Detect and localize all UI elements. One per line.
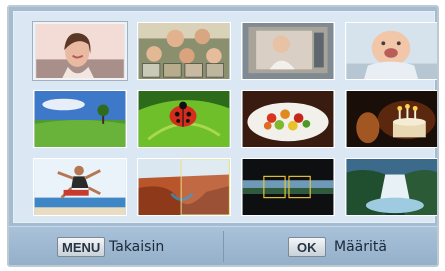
waterfall-image bbox=[346, 159, 437, 215]
canyon-panorama-image bbox=[138, 159, 230, 215]
thumb-group-faces[interactable] bbox=[137, 22, 231, 80]
thumb-jumping-person[interactable] bbox=[33, 158, 127, 216]
ok-key[interactable]: OK bbox=[288, 237, 326, 257]
thumb-landscape-field[interactable] bbox=[33, 90, 127, 148]
baby-image bbox=[346, 23, 437, 79]
thumb-woman-portrait[interactable] bbox=[33, 22, 127, 80]
scene-selection-screen: MENU Takaisin OK Määritä bbox=[7, 5, 439, 267]
thumbnail-grid bbox=[13, 11, 437, 223]
jumping-person-image bbox=[34, 159, 126, 215]
thumb-panorama-frames[interactable] bbox=[241, 158, 335, 216]
thumb-waterfall[interactable] bbox=[345, 158, 437, 216]
thumb-birthday-cake[interactable] bbox=[345, 90, 437, 148]
set-label: Määritä bbox=[334, 239, 387, 255]
child-photos-image bbox=[242, 23, 334, 79]
thumb-baby[interactable] bbox=[345, 22, 437, 80]
woman-portrait-image bbox=[36, 24, 124, 78]
thumb-ladybug[interactable] bbox=[137, 90, 231, 148]
button-guide-bar: MENU Takaisin OK Määritä bbox=[9, 226, 437, 265]
back-label: Takaisin bbox=[109, 239, 165, 255]
thumb-food-plate[interactable] bbox=[241, 90, 335, 148]
thumb-child-photos[interactable] bbox=[241, 22, 335, 80]
birthday-cake-image bbox=[346, 91, 437, 147]
thumb-canyon-panorama[interactable] bbox=[137, 158, 231, 216]
landscape-field-image bbox=[34, 91, 126, 147]
bar-divider bbox=[223, 231, 224, 262]
food-plate-image bbox=[242, 91, 334, 147]
panorama-frames-image bbox=[242, 159, 334, 215]
menu-key[interactable]: MENU bbox=[57, 237, 106, 257]
ladybug-image bbox=[138, 91, 230, 147]
group-faces-image bbox=[138, 23, 230, 79]
